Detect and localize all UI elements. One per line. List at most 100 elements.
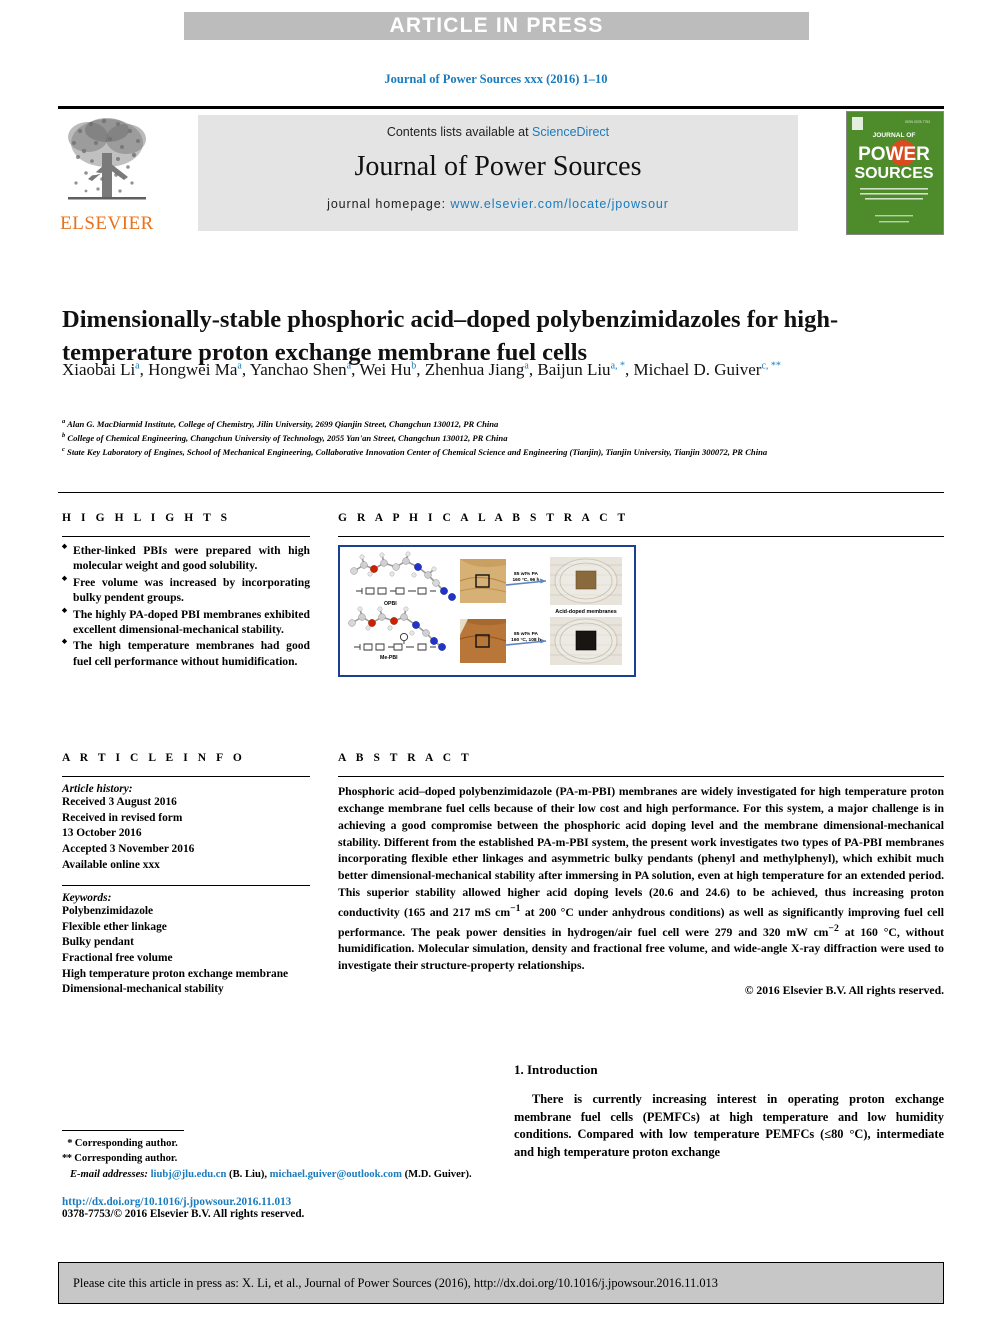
article-history-item: 13 October 2016 (62, 827, 142, 840)
author-name: Michael D. Guiver (633, 360, 762, 379)
contents-lists-line: Contents lists available at ScienceDirec… (198, 125, 798, 139)
svg-text:SOURCES: SOURCES (854, 165, 933, 182)
graphical-abstract-artwork: OPBI 85 wt% PA 160 °C, 96 h Acid-doped m… (340, 547, 634, 675)
article-history-item: Available online xxx (62, 858, 160, 871)
cite-article-text: Please cite this article in press as: X.… (73, 1275, 718, 1290)
author-affiliation-mark: a, * (610, 360, 626, 372)
footnote-rule (62, 1130, 184, 1131)
masthead-center-panel: Contents lists available at ScienceDirec… (198, 115, 798, 231)
author-affiliation-mark: a (524, 360, 529, 372)
keywords-list: Polybenzimidazole Flexible ether linkage B… (62, 904, 310, 998)
contents-lists-prefix: Contents lists available at (386, 125, 533, 139)
corresponding-author-2: ** Corresponding author. (62, 1151, 502, 1166)
keyword-item: Polybenzimidazole (62, 905, 154, 918)
arrow-top-label-1: 85 wt% PA (514, 571, 538, 577)
journal-homepage-line: journal homepage: www.elsevier.com/locat… (198, 197, 798, 211)
journal-cover-thumbnail: ISSN 0378-7753 JOURNAL OF POWER SOURCES (846, 111, 944, 235)
exponent: −1 (510, 902, 521, 914)
highlights-heading: H I G H L I G H T S (62, 512, 231, 524)
abstract-heading: A B S T R A C T (338, 752, 473, 764)
keyword-item: Dimensional-mechanical stability (62, 983, 224, 996)
arrow-top-label-2: 160 °C, 96 h (513, 577, 540, 583)
author-affiliation-mark: b (411, 360, 417, 372)
introduction-section: 1. Introduction There is currently incre… (514, 1062, 944, 1161)
keywords-label: Keywords: (62, 892, 112, 905)
email-link-1[interactable]: liubj@jlu.edu.cn (151, 1169, 227, 1180)
affiliation-list: a Alan G. MacDiarmid Institute, College … (62, 417, 882, 460)
author-affiliation-mark: a (135, 360, 140, 372)
graphical-abstract-section: G R A P H I C A L A B S T R A C T OPBI 8… (338, 512, 944, 677)
journal-title: Journal of Power Sources (354, 151, 642, 182)
article-history-item: Received 3 August 2016 (62, 796, 177, 808)
article-history-list: Received 3 August 2016 Received in revise… (62, 795, 310, 873)
email-link-2[interactable]: michael.guiver@outlook.com (270, 1169, 402, 1180)
journal-homepage-url[interactable]: www.elsevier.com/locate/jpowsour (450, 197, 668, 211)
section-divider-top (58, 492, 944, 493)
footnotes-block: * Corresponding author. ** Corresponding… (62, 1130, 502, 1220)
svg-text:JOURNAL OF: JOURNAL OF (873, 132, 916, 139)
cite-article-box: Please cite this article in press as: X.… (58, 1262, 944, 1304)
keyword-item: Bulky pendant (62, 936, 134, 949)
highlights-section: H I G H L I G H T S Ether-linked PBIs we… (62, 512, 310, 670)
abstract-body: Phosphoric acid–doped polybenzimidazole … (338, 785, 944, 973)
journal-homepage-label: journal homepage: (327, 197, 451, 211)
article-history-item: Received in revised form (62, 811, 183, 824)
email-person-1: (B. Liu), (229, 1168, 268, 1180)
author-name: Zhenhua Jiang (424, 360, 525, 379)
doi-link[interactable]: http://dx.doi.org/10.1016/j.jpowsour.201… (62, 1196, 502, 1208)
article-in-press-banner: ARTICLE IN PRESS (184, 12, 809, 40)
corresponding-text-1: Corresponding author. (74, 1138, 178, 1149)
svg-text:POWER: POWER (858, 144, 930, 165)
acid-doped-membranes-caption: Acid-doped membranes (555, 609, 616, 615)
petri-dish-bottom (550, 617, 622, 665)
journal-masthead: ELSEVIER Contents lists available at Sci… (58, 106, 944, 237)
keyword-item: Fractional free volume (62, 952, 173, 964)
author-name: Xiaobai Li (62, 360, 136, 379)
abstract-section: A B S T R A C T Phosphoric acid–doped po… (338, 752, 944, 997)
sciencedirect-link[interactable]: ScienceDirect (532, 125, 609, 139)
issn-copyright-line: 0378-7753/© 2016 Elsevier B.V. All right… (62, 1208, 305, 1221)
arrow-bottom-label-1: 85 wt% PA (514, 631, 538, 637)
author-name: Hongwei Ma (148, 360, 238, 379)
mepbi-label: Me-PBI (380, 655, 398, 661)
introduction-heading: 1. Introduction (514, 1062, 598, 1077)
highlight-item: Free volume was increased by incorporati… (62, 575, 310, 606)
arrow-bottom-label-2: 160 °C, 108 h (511, 637, 541, 643)
article-info-heading: A R T I C L E I N F O (62, 752, 246, 764)
elsevier-tree-icon (68, 118, 146, 200)
author-affiliation-mark: c, ** (761, 360, 781, 372)
article-info-rule (62, 776, 310, 777)
email-addresses-line: E-mail addresses: liubj@jlu.edu.cn (B. L… (62, 1167, 502, 1182)
highlight-item: The highly PA-doped PBI membranes exhibi… (62, 607, 310, 638)
author-name: Baijun Liu (537, 360, 611, 379)
article-in-press-label: ARTICLE IN PRESS (389, 14, 604, 37)
graphical-abstract-heading: G R A P H I C A L A B S T R A C T (338, 512, 629, 524)
journal-reference-line: Journal of Power Sources xxx (2016) 1–10 (384, 72, 608, 86)
graphical-abstract-figure: OPBI 85 wt% PA 160 °C, 96 h Acid-doped m… (338, 545, 636, 677)
affiliation-mark: c (62, 446, 65, 454)
article-history-label: Article history: (62, 783, 133, 795)
elsevier-logo: ELSEVIER (58, 113, 156, 235)
affiliation-mark: b (62, 432, 66, 440)
highlights-list: Ether-linked PBIs were prepared with hig… (62, 543, 310, 669)
author-name: Yanchao Shen (249, 360, 347, 379)
keywords-rule (62, 885, 310, 887)
corresponding-mark-1: * (67, 1138, 73, 1149)
corresponding-author-1: * Corresponding author. (62, 1136, 502, 1151)
author-name: Wei Hu (359, 360, 412, 379)
exponent: −2 (828, 922, 839, 934)
introduction-paragraph: There is currently increasing interest i… (514, 1092, 944, 1159)
petri-dish-top (550, 557, 622, 605)
abstract-copyright: © 2016 Elsevier B.V. All rights reserved… (744, 984, 944, 998)
email-person-2: (M.D. Guiver). (404, 1168, 472, 1180)
email-addresses-label: E-mail addresses: (69, 1168, 148, 1180)
keyword-item: High temperature proton exchange membran… (62, 967, 289, 980)
abstract-rule (338, 776, 944, 777)
membrane-photo-top (459, 559, 507, 603)
keyword-item: Flexible ether linkage (62, 920, 167, 933)
journal-cover-art: ISSN 0378-7753 JOURNAL OF POWER SOURCES (847, 112, 941, 232)
author-affiliation-mark: a (346, 360, 352, 372)
svg-text:ISSN 0378-7753: ISSN 0378-7753 (905, 120, 930, 124)
affiliation-item: a Alan G. MacDiarmid Institute, College … (62, 418, 499, 429)
affiliation-item: b College of Chemical Engineering, Chang… (62, 432, 508, 444)
